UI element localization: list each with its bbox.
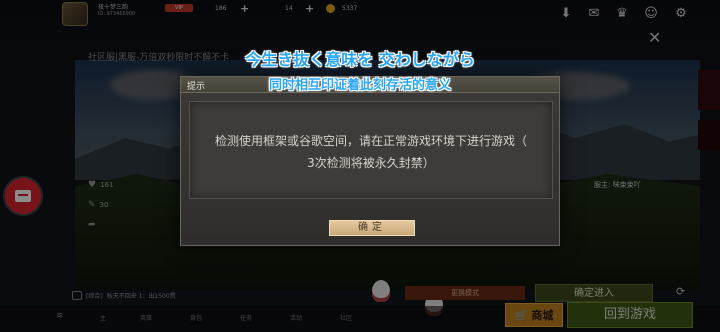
lyric-line-japanese: 今生き抜く意味を 交わしながら (245, 50, 475, 69)
ok-button[interactable]: 确定 (329, 220, 415, 236)
warning-dialog: 提示 检测使用框架或谷歌空间，请在正常游戏环境下进行游戏（ 3次检测将被永久封禁… (180, 76, 560, 246)
dialog-body: 检测使用框架或谷歌空间，请在正常游戏环境下进行游戏（ 3次检测将被永久封禁） (189, 101, 553, 199)
dialog-message-line: 检测使用框架或谷歌空间，请在正常游戏环境下进行游戏（ (214, 134, 527, 148)
dialog-message: 检测使用框架或谷歌空间，请在正常游戏环境下进行游戏（ 3次检测将被永久封禁） (190, 130, 552, 174)
lyric-line-chinese: 同时相互印证着此刻存活的意义 (268, 78, 451, 93)
dialog-message-line: 3次检测将被永久封禁） (307, 156, 435, 170)
